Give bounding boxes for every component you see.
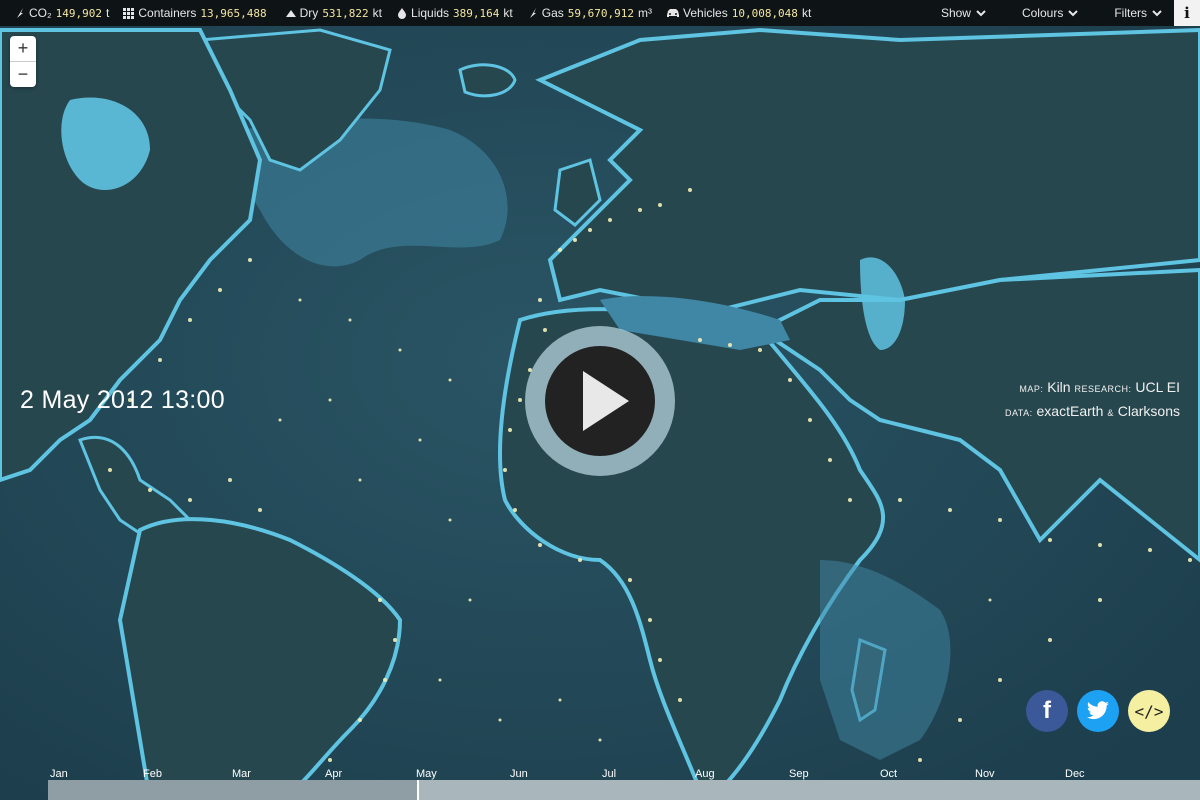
- research-credit-value[interactable]: UCL EI: [1135, 379, 1180, 395]
- timeline-scrubber[interactable]: [48, 780, 1200, 800]
- zoom-in-button[interactable]: +: [10, 36, 36, 62]
- stat-label: Dry: [299, 6, 319, 20]
- stat-value: 149,902: [55, 6, 103, 20]
- month-label: Jul: [602, 768, 617, 780]
- stat-value: 13,965,488: [200, 6, 267, 20]
- stat-dry: Dry 531,822 kt: [285, 6, 382, 20]
- stat-label: Liquids: [411, 6, 450, 20]
- show-menu-label: Show: [940, 6, 971, 20]
- show-menu[interactable]: Show: [941, 6, 986, 20]
- stat-liquids: Liquids 389,164 kt: [396, 6, 513, 20]
- containers-icon: [123, 8, 135, 19]
- month-label: Sep: [789, 768, 809, 780]
- zoom-out-button[interactable]: −: [10, 62, 36, 87]
- filters-menu[interactable]: Filters: [1114, 6, 1162, 20]
- data-credit-amp: &: [1107, 408, 1114, 418]
- twitter-share-button[interactable]: [1077, 690, 1119, 732]
- data-credit-label: Data:: [1004, 408, 1033, 418]
- zoom-control: + −: [10, 36, 36, 87]
- month-label: Jan: [50, 768, 68, 780]
- stat-co2: CO₂ 149,902 t: [14, 6, 109, 20]
- liquids-icon: [398, 8, 407, 19]
- twitter-icon: [1086, 701, 1109, 720]
- month-label: Oct: [880, 768, 898, 780]
- embed-button[interactable]: </>: [1128, 690, 1170, 732]
- dry-icon: [285, 10, 296, 17]
- map-credit-label: Map:: [1019, 384, 1044, 394]
- month-label: Aug: [695, 768, 715, 780]
- play-button[interactable]: [525, 326, 675, 476]
- co2-icon: [17, 8, 23, 18]
- stat-unit: kt: [503, 6, 513, 20]
- stat-value: 10,008,048: [731, 6, 798, 20]
- stat-label: Gas: [541, 6, 564, 20]
- colours-menu-label: Colours: [1021, 6, 1064, 20]
- stat-containers: Containers 13,965,488: [123, 6, 270, 20]
- month-label: Dec: [1065, 768, 1085, 780]
- stat-vehicles: Vehicles 10,008,048 kt: [666, 6, 811, 20]
- info-button[interactable]: i: [1174, 0, 1200, 26]
- stat-value: 59,670,912: [567, 6, 634, 20]
- month-labels: Jan Feb Mar Apr May Jun Jul Aug Sep Oct …: [0, 768, 1200, 780]
- filters-menu-label: Filters: [1114, 6, 1147, 20]
- stat-label: Containers: [138, 6, 197, 20]
- stat-unit: m³: [638, 6, 652, 20]
- stat-unit: kt: [372, 6, 383, 20]
- month-label: Apr: [325, 768, 343, 780]
- facebook-icon: f: [1043, 697, 1051, 724]
- stat-value: 531,822: [322, 6, 369, 20]
- menu-bar: Show Colours Filters: [905, 0, 1162, 26]
- top-stats-bar: CO₂ 149,902 t Containers 13,965,488 Dry …: [0, 0, 1200, 26]
- stat-label: Vehicles: [683, 6, 728, 20]
- chevron-down-icon: [976, 10, 986, 17]
- month-label: Mar: [232, 768, 251, 780]
- stat-gas: Gas 59,670,912 m³: [527, 6, 652, 20]
- stat-unit: kt: [801, 6, 812, 20]
- stat-label: CO₂: [29, 6, 52, 20]
- credits: Map: Kiln Research: UCL EI Data: exactEa…: [1005, 376, 1180, 424]
- chevron-down-icon: [1152, 10, 1162, 17]
- data-credit-value[interactable]: exactEarth: [1037, 403, 1104, 419]
- data-credit-value2[interactable]: Clarksons: [1118, 403, 1180, 419]
- stat-unit: t: [106, 6, 110, 20]
- play-icon: [583, 371, 629, 431]
- chevron-down-icon: [1068, 10, 1079, 17]
- map-credit-value[interactable]: Kiln: [1047, 379, 1070, 395]
- facebook-share-button[interactable]: f: [1026, 690, 1068, 732]
- current-date: 2 May 2012 13:00: [20, 386, 225, 414]
- colours-menu[interactable]: Colours: [1021, 6, 1079, 20]
- embed-icon: </>: [1134, 701, 1164, 721]
- timeline-cursor[interactable]: [416, 780, 419, 800]
- vehicles-icon: [667, 9, 679, 17]
- month-label: May: [416, 768, 437, 780]
- month-label: Jun: [510, 768, 528, 780]
- month-label: Nov: [975, 768, 995, 780]
- month-label: Feb: [143, 768, 162, 780]
- research-credit-label: Research:: [1074, 384, 1132, 394]
- gas-icon: [529, 8, 536, 18]
- stat-value: 389,164: [453, 6, 500, 20]
- timeline-progress: [48, 780, 417, 800]
